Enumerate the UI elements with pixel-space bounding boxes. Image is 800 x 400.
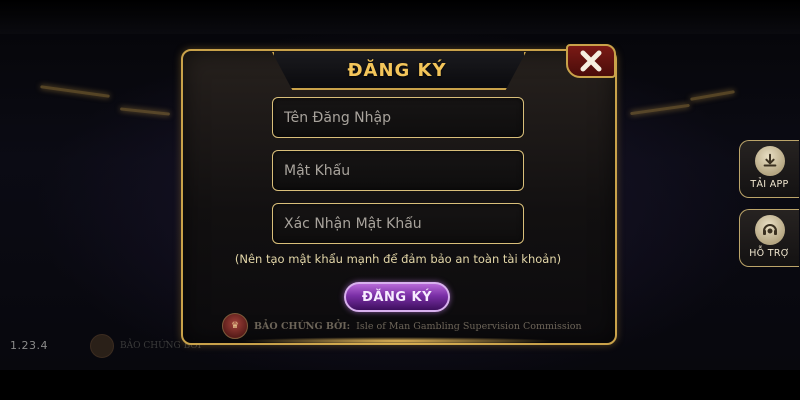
certification: ♛ BẢO CHỨNG BỞI: Isle of Man Gambling Su… bbox=[222, 313, 582, 339]
crown-seal-icon: ♛ bbox=[222, 313, 248, 339]
close-button[interactable] bbox=[566, 44, 616, 78]
download-app-button[interactable]: TẢI APP bbox=[739, 140, 799, 198]
password-input[interactable] bbox=[273, 151, 523, 190]
download-icon bbox=[754, 146, 785, 176]
certification-authority: Isle of Man Gambling Supervision Commiss… bbox=[356, 320, 582, 332]
password-hint: (Nên tạo mật khẩu mạnh để đảm bảo an toà… bbox=[234, 252, 562, 266]
stadium-light bbox=[119, 107, 171, 116]
headset-support-icon bbox=[754, 215, 785, 245]
dialog-title: ĐĂNG KÝ bbox=[347, 59, 447, 81]
support-label: HỖ TRỢ bbox=[749, 248, 790, 259]
seal-icon bbox=[90, 334, 114, 358]
certification-prefix: BẢO CHỨNG BỞI: bbox=[254, 320, 351, 332]
close-x-icon bbox=[580, 50, 602, 72]
stadium-light bbox=[630, 103, 690, 116]
download-app-label: TẢI APP bbox=[750, 179, 789, 190]
username-input[interactable] bbox=[273, 98, 523, 137]
confirm-password-field[interactable] bbox=[272, 203, 524, 244]
password-field[interactable] bbox=[272, 150, 524, 191]
version-label: 1.23.4 bbox=[10, 339, 48, 352]
top-bar bbox=[0, 0, 800, 34]
stadium-light bbox=[690, 90, 735, 101]
bottom-bar bbox=[0, 370, 800, 400]
dialog-title-container: ĐĂNG KÝ bbox=[272, 52, 522, 88]
confirm-password-input[interactable] bbox=[273, 204, 523, 243]
support-button[interactable]: HỖ TRỢ bbox=[739, 209, 799, 267]
stadium-light bbox=[40, 85, 110, 98]
username-field[interactable] bbox=[272, 97, 524, 138]
register-submit-button[interactable]: ĐĂNG KÝ bbox=[344, 282, 450, 312]
